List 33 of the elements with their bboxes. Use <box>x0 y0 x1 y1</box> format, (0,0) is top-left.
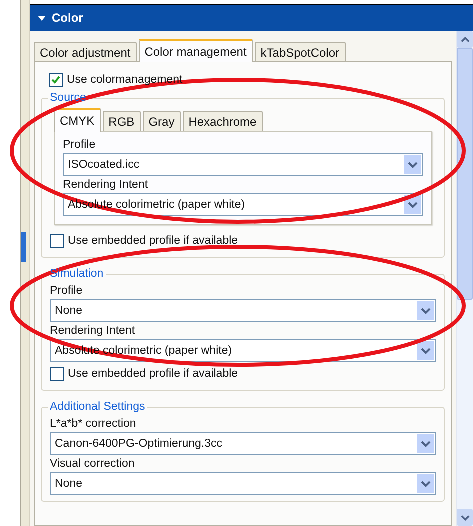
field-label: L*a*b* correction <box>50 418 136 430</box>
checkbox-label: Use embedded profile if available <box>68 368 238 380</box>
scroll-up-icon[interactable] <box>457 31 473 48</box>
splitter-handle[interactable] <box>21 232 26 262</box>
tab[interactable]: Color management <box>138 39 253 62</box>
panel-title: Color <box>52 11 84 25</box>
field-label: Profile <box>63 139 96 151</box>
dropdown[interactable]: None <box>50 472 436 495</box>
checkbox[interactable] <box>49 73 63 87</box>
field-label: Rendering Intent <box>50 325 136 337</box>
scrollbar-thumb[interactable] <box>457 48 473 300</box>
field-label: Visual correction <box>50 458 135 470</box>
checkbox-label: Use embedded profile if available <box>68 235 238 247</box>
group-title: Simulation <box>49 268 105 280</box>
tab[interactable]: Gray <box>142 111 181 132</box>
dropdown[interactable]: None <box>50 299 436 322</box>
checkbox[interactable] <box>50 234 64 248</box>
group-title: Additional Settings <box>49 401 146 413</box>
group-title: Source <box>49 92 88 104</box>
dropdown[interactable]: ISOcoated.icc <box>63 153 423 176</box>
tab[interactable]: Hexachrome <box>182 111 263 132</box>
scrollbar[interactable] <box>456 31 473 526</box>
tab[interactable]: Color adjustment <box>34 42 137 62</box>
panel-header[interactable]: Color <box>30 4 473 31</box>
checkbox[interactable] <box>50 367 64 381</box>
checkbox-label: Use colormanagement <box>67 74 183 86</box>
tab[interactable]: kTabSpotColor <box>254 42 346 62</box>
tab[interactable]: RGB <box>102 111 141 132</box>
field-label: Profile <box>50 285 83 297</box>
tab[interactable]: CMYK <box>54 108 101 132</box>
field-label: Rendering Intent <box>63 179 148 191</box>
scroll-down-icon[interactable] <box>457 509 473 526</box>
dropdown[interactable]: Canon-6400PG-Optimierung.3cc <box>50 432 436 455</box>
